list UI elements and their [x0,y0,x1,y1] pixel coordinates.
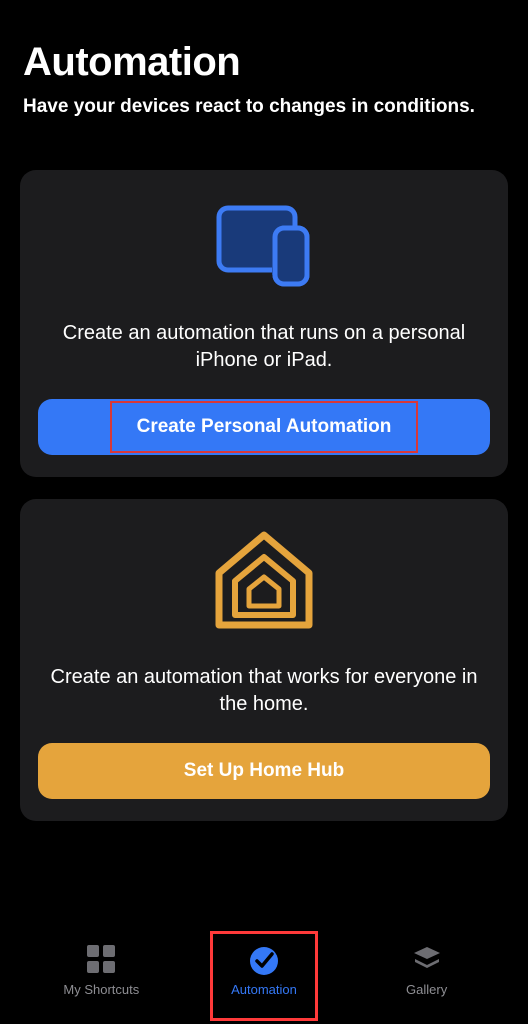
home-icon [38,529,490,634]
button-label: Create Personal Automation [137,416,392,437]
tab-label: My Shortcuts [63,982,139,997]
automation-check-icon [247,942,281,976]
shortcuts-grid-icon [84,942,118,976]
cards-container: Create an automation that runs on a pers… [0,140,528,821]
tab-automation[interactable]: Automation [214,942,314,997]
set-up-home-hub-button[interactable]: Set Up Home Hub [38,743,490,799]
header: Automation Have your devices react to ch… [0,0,528,140]
home-automation-card: Create an automation that works for ever… [20,499,508,821]
tab-gallery[interactable]: Gallery [377,942,477,997]
button-label: Set Up Home Hub [184,760,344,781]
tab-label: Gallery [406,982,447,997]
tab-bar: My Shortcuts Automation Gallery [0,924,528,1024]
create-personal-automation-button[interactable]: Create Personal Automation [38,399,490,455]
page-subtitle: Have your devices react to changes in co… [23,95,505,120]
devices-icon [38,200,490,290]
page-title: Automation [23,40,505,85]
tab-my-shortcuts[interactable]: My Shortcuts [51,942,151,997]
gallery-stack-icon [410,942,444,976]
personal-automation-card: Create an automation that runs on a pers… [20,170,508,477]
personal-automation-description: Create an automation that runs on a pers… [38,320,490,374]
home-automation-description: Create an automation that works for ever… [38,664,490,718]
tab-label: Automation [231,982,297,997]
